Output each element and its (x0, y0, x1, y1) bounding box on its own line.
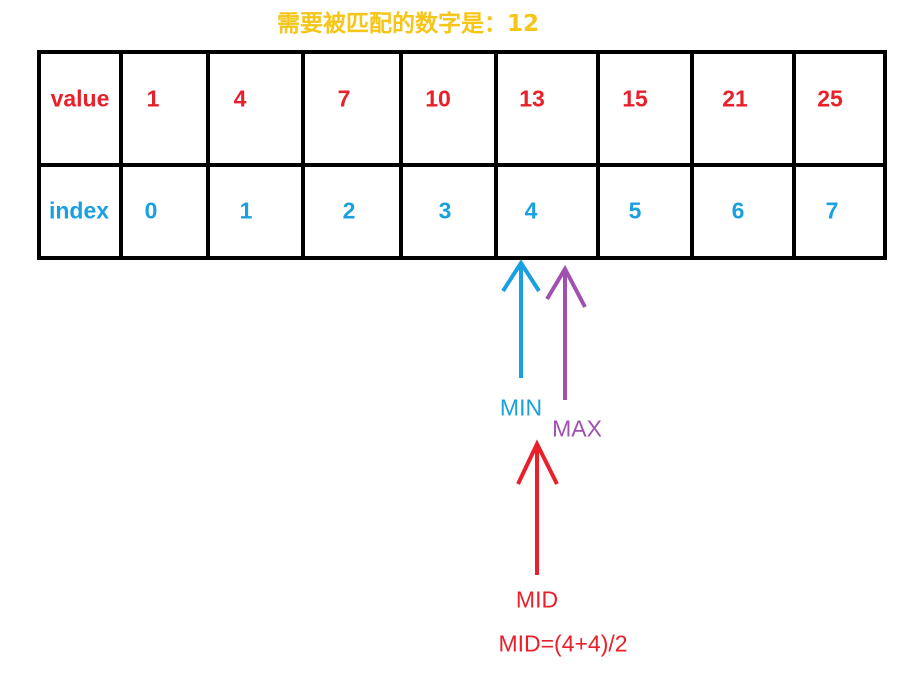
diagram-canvas (37, 50, 887, 575)
value-cell: 7 (337, 85, 351, 112)
mid-arrow (516, 439, 559, 575)
max-label: MAX (552, 415, 602, 442)
value-cell: 1 (146, 85, 160, 112)
index-cell: 1 (239, 197, 253, 224)
value-cell: 25 (817, 85, 843, 112)
index-cell: 3 (438, 197, 452, 224)
mid-label: MID (515, 586, 559, 613)
value-cell: 4 (233, 85, 247, 112)
value-cell: 13 (519, 85, 545, 112)
index-cell: 2 (342, 197, 356, 224)
value-row-label: value (50, 85, 110, 112)
diagram-title: 需要被匹配的数字是：12 (277, 11, 540, 37)
table-grid (37, 50, 887, 260)
index-cell: 5 (628, 197, 642, 224)
index-cell: 4 (524, 197, 538, 224)
value-cell: 10 (425, 85, 451, 112)
value-cell: 15 (622, 85, 648, 112)
value-cell: 21 (722, 85, 748, 112)
index-cell: 0 (144, 197, 158, 224)
index-cell: 6 (731, 197, 745, 224)
index-row-label: index (48, 197, 110, 224)
min-arrow (501, 259, 541, 378)
max-arrow (545, 264, 587, 400)
index-cell: 7 (825, 197, 839, 224)
mid-formula: MID=(4+4)/2 (498, 630, 628, 657)
min-label: MIN (499, 394, 543, 421)
